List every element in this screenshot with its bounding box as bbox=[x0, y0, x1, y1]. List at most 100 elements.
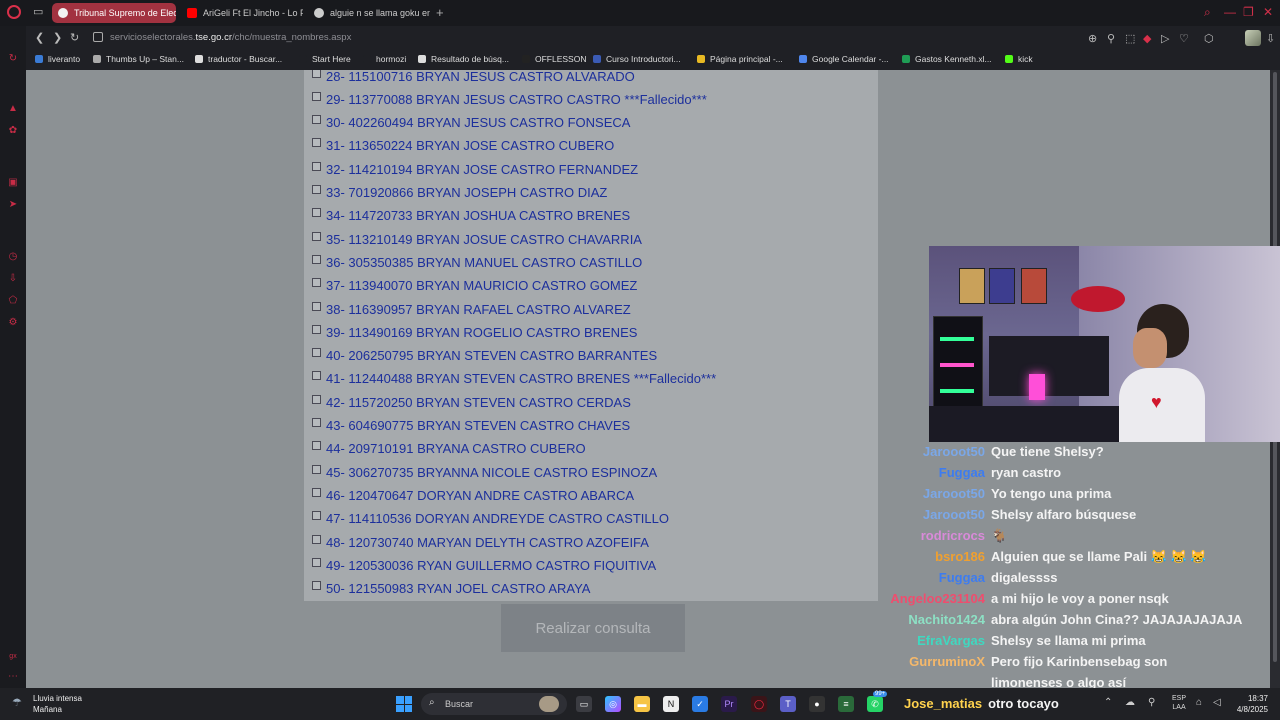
rain-cloud-icon[interactable]: ☂ bbox=[12, 696, 26, 709]
premiere-icon[interactable]: Pr bbox=[721, 696, 737, 712]
chat-username[interactable]: Nachito1424 bbox=[908, 612, 985, 627]
notepad-icon[interactable]: ≡ bbox=[838, 696, 854, 712]
chat-username[interactable]: Jarooot50 bbox=[923, 486, 985, 501]
result-checkbox[interactable] bbox=[312, 511, 321, 521]
chat-username[interactable]: Jarooot50 bbox=[923, 507, 985, 522]
obs-icon[interactable]: ● bbox=[809, 696, 825, 712]
notion-icon[interactable]: N bbox=[663, 696, 679, 712]
result-checkbox[interactable] bbox=[312, 278, 321, 288]
result-checkbox[interactable] bbox=[312, 91, 321, 101]
network-icon[interactable]: ⌂ bbox=[1196, 697, 1202, 708]
result-checkbox[interactable] bbox=[312, 301, 321, 311]
bookmark-pagina-principal[interactable]: Página principal -... bbox=[697, 54, 783, 64]
extensions-puzzle-icon[interactable]: ⬡ bbox=[1204, 32, 1214, 45]
bookmark-traductor[interactable]: traductor - Buscar... bbox=[195, 54, 282, 64]
chat-username[interactable]: Jarooot50 bbox=[923, 444, 985, 459]
bookmark-liveranto[interactable]: liveranto bbox=[35, 54, 80, 64]
bookmark-resultado[interactable]: Resultado de búsq... bbox=[418, 54, 509, 64]
taskbar-clock[interactable]: 18:37 4/8/2025 bbox=[1232, 693, 1268, 715]
snapshot-icon[interactable]: ⬚ bbox=[1125, 32, 1135, 45]
tab-tribunal[interactable]: Tribunal Supremo de Elec bbox=[52, 3, 176, 23]
gx-icon[interactable]: gx bbox=[8, 652, 18, 662]
twitch-icon[interactable]: ▣ bbox=[8, 178, 18, 188]
new-tab-icon[interactable]: + bbox=[436, 5, 444, 20]
bookmark-curso[interactable]: Curso Introductori... bbox=[593, 54, 681, 64]
forward-icon[interactable]: ❯ bbox=[53, 31, 62, 44]
settings-icon[interactable]: ⚙ bbox=[8, 318, 18, 328]
chat-username[interactable]: Angeloo231104 bbox=[890, 591, 985, 606]
result-checkbox[interactable] bbox=[312, 348, 321, 358]
profile-avatar[interactable] bbox=[1245, 30, 1261, 46]
result-checkbox[interactable] bbox=[312, 557, 321, 567]
bookmark-hormozi[interactable]: hormozi bbox=[363, 54, 406, 64]
result-checkbox[interactable] bbox=[312, 208, 321, 218]
workspaces-icon[interactable]: ▭ bbox=[33, 6, 45, 18]
chat-username[interactable]: Fuggaa bbox=[939, 465, 985, 480]
weather-widget[interactable]: Lluvia intensa Mañana bbox=[33, 693, 82, 715]
player-icon[interactable]: ▷ bbox=[1161, 32, 1169, 45]
result-checkbox[interactable] bbox=[312, 231, 321, 241]
realizar-consulta-button[interactable]: Realizar consulta bbox=[501, 604, 685, 652]
chat-username[interactable]: EfraVargas bbox=[917, 633, 985, 648]
extensions-icon[interactable]: ✿ bbox=[8, 126, 18, 136]
minimize-icon[interactable]: — bbox=[1224, 5, 1236, 19]
result-checkbox[interactable] bbox=[312, 394, 321, 404]
chat-username[interactable]: GurruminoX bbox=[909, 654, 985, 669]
pin-icon[interactable]: ⚲ bbox=[1107, 32, 1115, 45]
usb-icon[interactable]: ⚲ bbox=[1148, 697, 1155, 708]
copilot-icon[interactable]: ◎ bbox=[605, 696, 621, 712]
result-checkbox[interactable] bbox=[312, 487, 321, 497]
download-icon[interactable]: ⇩ bbox=[1266, 32, 1275, 45]
history-icon[interactable]: ◷ bbox=[8, 252, 18, 262]
bookmark-thumbs-up[interactable]: Thumbs Up – Stan... bbox=[93, 54, 184, 64]
teams-icon[interactable]: T bbox=[780, 696, 796, 712]
opera-gx-icon[interactable]: ◯ bbox=[751, 696, 767, 712]
result-checkbox[interactable] bbox=[312, 464, 321, 474]
taskbar-search[interactable]: ⌕ Buscar bbox=[421, 693, 567, 715]
bookmark-gastos[interactable]: Gastos Kenneth.xl... bbox=[902, 54, 992, 64]
close-icon[interactable]: ✕ bbox=[1263, 5, 1273, 19]
result-checkbox[interactable] bbox=[312, 70, 321, 78]
result-checkbox[interactable] bbox=[312, 185, 321, 194]
result-checkbox[interactable] bbox=[312, 418, 321, 427]
result-checkbox[interactable] bbox=[312, 441, 321, 451]
chat-username[interactable]: bsro186 bbox=[935, 549, 985, 564]
tab-search[interactable]: alguie n se llama goku en bbox=[308, 3, 430, 23]
result-checkbox[interactable] bbox=[312, 138, 321, 148]
result-checkbox[interactable] bbox=[312, 534, 321, 544]
back-icon[interactable]: ❮ bbox=[35, 31, 44, 44]
more-icon[interactable]: ⋯ bbox=[8, 672, 18, 682]
result-checkbox[interactable] bbox=[312, 581, 321, 591]
language-indicator[interactable]: ESP LAA bbox=[1172, 694, 1186, 712]
chat-username[interactable]: Fuggaa bbox=[939, 570, 985, 585]
reload-icon[interactable]: ↻ bbox=[70, 31, 79, 44]
pinboard-icon[interactable]: ⬠ bbox=[8, 296, 18, 306]
zoom-icon[interactable]: ⊕ bbox=[1088, 32, 1097, 45]
bookmark-google-calendar[interactable]: Google Calendar -... bbox=[799, 54, 889, 64]
todo-icon[interactable]: ✓ bbox=[692, 696, 708, 712]
downloads-icon[interactable]: ⇩ bbox=[8, 274, 18, 284]
bookmark-kick[interactable]: kick bbox=[1005, 54, 1033, 64]
result-checkbox[interactable] bbox=[312, 161, 321, 171]
bookmark-start-here[interactable]: Start Here bbox=[299, 54, 351, 64]
result-checkbox[interactable] bbox=[312, 254, 321, 264]
file-explorer-icon[interactable]: ▬ bbox=[634, 696, 650, 712]
whatsapp-icon[interactable]: ✆ bbox=[867, 696, 883, 712]
cloud-icon[interactable]: ☁ bbox=[1125, 697, 1135, 708]
shield-icon[interactable]: ◆ bbox=[1143, 32, 1151, 45]
volume-icon[interactable]: ◁ bbox=[1213, 697, 1221, 708]
maximize-icon[interactable]: ❐ bbox=[1243, 5, 1254, 19]
chat-username[interactable]: rodricrocs bbox=[921, 528, 985, 543]
aria-icon[interactable]: ↻ bbox=[8, 54, 18, 64]
result-checkbox[interactable] bbox=[312, 115, 321, 125]
chevron-up-icon[interactable]: ⌃ bbox=[1104, 697, 1112, 708]
opera-logo-icon[interactable] bbox=[7, 5, 21, 19]
url-field[interactable]: servicioselectorales.tse.go.cr/chc/muest… bbox=[110, 32, 351, 43]
result-checkbox[interactable] bbox=[312, 371, 321, 381]
task-view-icon[interactable]: ▭ bbox=[576, 696, 592, 712]
telegram-icon[interactable]: ➤ bbox=[8, 200, 18, 210]
search-tabs-icon[interactable]: ⌕ bbox=[1204, 5, 1211, 20]
bookmark-offlesson[interactable]: OFFLESSON bbox=[522, 54, 586, 64]
result-checkbox[interactable] bbox=[312, 324, 321, 334]
aria-ai-icon[interactable]: ▲ bbox=[8, 104, 18, 114]
